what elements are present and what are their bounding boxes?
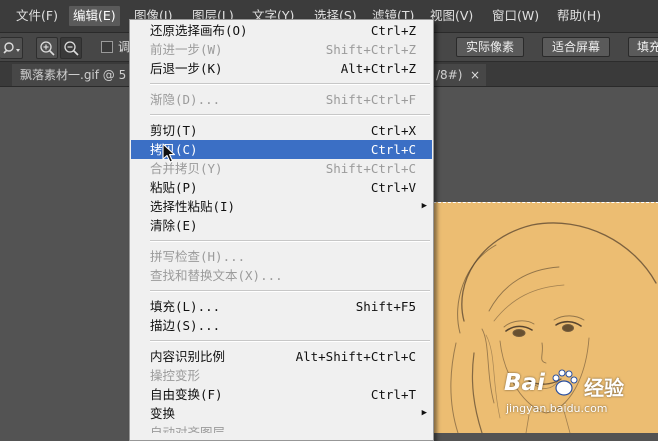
document-tab[interactable]: 飘落素材一.gif @ 5 [12,64,137,86]
tool-preset-picker[interactable] [0,37,23,59]
menu-item-label: 前进一步(W) [150,42,223,57]
watermark-brand-suffix: 经验 [584,376,624,400]
submenu-arrow-icon: ▶ [421,201,427,211]
zoom-in-icon [40,41,55,56]
menu-item-shortcut: Ctrl+X [370,123,416,138]
menu-item-shortcut: Ctrl+C [370,142,416,157]
menu-item-label: 还原选择画布(O) [150,23,248,38]
menu-edit[interactable]: 编辑(E) [69,6,120,26]
menu-file[interactable]: 文件(F) [12,6,62,26]
menu-window[interactable]: 窗口(W) [488,6,543,26]
menu-item-shortcut: Alt+Shift+Ctrl+C [295,349,416,364]
menu-item-paste[interactable]: 粘贴(P) Ctrl+V [131,178,432,197]
zoom-out-button[interactable] [60,37,82,59]
menu-item-transform[interactable]: 变换 ▶ [131,404,432,423]
menu-separator [150,240,430,242]
fill-screen-button[interactable]: 填充 [628,37,658,57]
submenu-arrow-icon: ▶ [421,408,427,418]
menu-item-shortcut: Ctrl+Z [370,23,416,38]
menu-item-content-aware-scale[interactable]: 内容识别比例 Alt+Shift+Ctrl+C [131,347,432,366]
menu-help[interactable]: 帮助(H) [553,6,605,26]
menu-item-shortcut: Shift+Ctrl+C [325,161,416,176]
resize-windows-checkbox[interactable] [101,41,113,53]
menu-item-fade: 渐隐(D)... Shift+Ctrl+F [131,90,432,109]
menu-item-clear[interactable]: 清除(E) [131,216,432,235]
document-tab-tail[interactable]: /8#) × [432,64,486,86]
menu-item-puppet-warp: 操控变形 [131,366,432,385]
menu-item-shortcut: Shift+Ctrl+Z [325,42,416,57]
menu-separator [150,114,430,116]
document-tab-tail-label: /8#) [436,68,463,82]
edit-menu-dropdown: 还原选择画布(O) Ctrl+Z 前进一步(W) Shift+Ctrl+Z 后退… [129,19,434,441]
zoom-out-icon [64,41,79,56]
menu-item-step-forward: 前进一步(W) Shift+Ctrl+Z [131,40,432,59]
menu-item-label: 查找和替换文本(X)... [150,268,283,283]
mouse-pointer-icon [162,143,176,163]
menu-item-label: 剪切(T) [150,123,198,138]
menu-item-shortcut: Ctrl+T [370,387,416,402]
menu-separator [150,83,430,85]
menu-item-undo[interactable]: 还原选择画布(O) Ctrl+Z [131,21,432,40]
baidu-watermark: Bai 经验 jingyan.baidu.com [500,368,658,432]
zoom-tool-icon [3,42,20,54]
menu-item-label: 粘贴(P) [150,180,198,195]
menu-item-label: 后退一步(K) [150,61,223,76]
menu-item-shortcut: Ctrl+V [370,180,416,195]
menu-item-label: 变换 [150,406,176,421]
menu-item-shortcut: Shift+Ctrl+F [325,92,416,107]
menu-item-check-spelling: 拼写检查(H)... [131,247,432,266]
menu-item-label: 自由变换(F) [150,387,223,402]
baidu-paw-icon [552,369,578,396]
menu-item-label: 操控变形 [150,368,201,383]
menu-item-label: 填充(L)... [150,299,221,314]
document-tab-label: 飘落素材一.gif @ 5 [20,68,127,82]
menu-item-label: 拼写检查(H)... [150,249,246,264]
menu-item-label: 选择性粘贴(I) [150,199,236,214]
zoom-in-button[interactable] [36,37,58,59]
menu-item-shortcut: Shift+F5 [355,299,416,314]
menu-item-label: 清除(E) [150,218,198,233]
menu-item-fill[interactable]: 填充(L)... Shift+F5 [131,297,432,316]
menu-item-paste-special[interactable]: 选择性粘贴(I) ▶ [131,197,432,216]
menu-item-label: 描边(S)... [150,318,221,333]
menu-item-find-replace: 查找和替换文本(X)... [131,266,432,285]
menu-separator [150,340,430,342]
menu-item-shortcut: Alt+Ctrl+Z [340,61,416,76]
actual-pixels-button[interactable]: 实际像素 [456,37,525,57]
menu-item-label: 渐隐(D)... [150,92,221,107]
menu-item-stroke[interactable]: 描边(S)... [131,316,432,335]
menu-item-label: 内容识别比例 [150,349,226,364]
menu-item-free-transform[interactable]: 自由变换(F) Ctrl+T [131,385,432,404]
menu-item-cut[interactable]: 剪切(T) Ctrl+X [131,121,432,140]
fit-screen-button[interactable]: 适合屏幕 [542,37,611,57]
watermark-brand: Bai [504,370,545,396]
watermark-url: jingyan.baidu.com [506,402,608,415]
menu-item-label: 合并拷贝(Y) [150,161,223,176]
menu-separator [150,290,430,292]
close-tab-icon[interactable]: × [470,64,480,86]
menu-item-step-backward[interactable]: 后退一步(K) Alt+Ctrl+Z [131,59,432,78]
